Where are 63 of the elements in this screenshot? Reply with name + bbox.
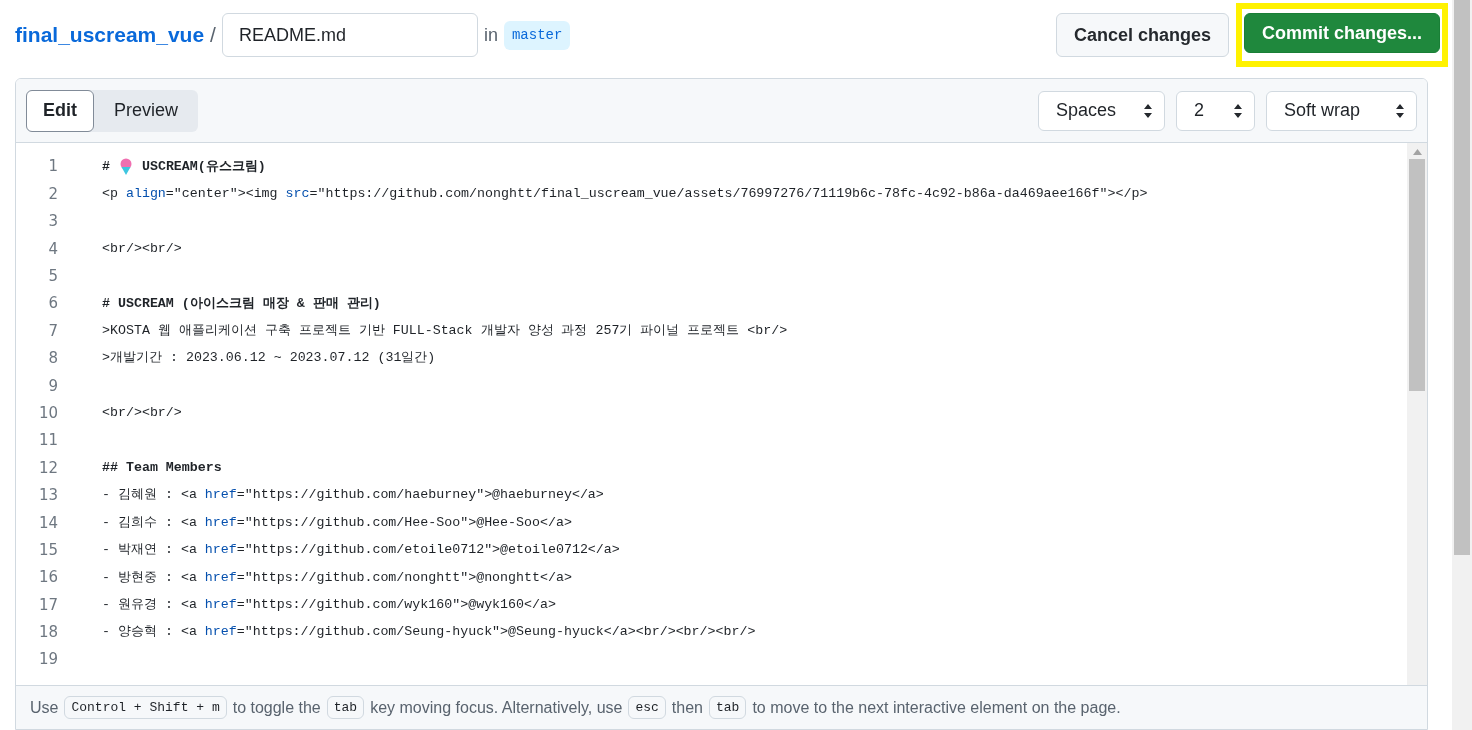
line-number: 11 (37, 430, 58, 452)
page-scrollbar-thumb[interactable] (1454, 0, 1470, 555)
code-line: <br/><br/> (102, 239, 182, 258)
line-number: 8 (47, 348, 58, 370)
keyboard-key: tab (709, 695, 747, 720)
editor-scrollbar[interactable] (1407, 143, 1427, 685)
code-line: - 김혜원 : <a href="https://github.com/haeburney">@haeburney</a> (102, 486, 604, 505)
scrollbar-thumb[interactable] (1409, 159, 1425, 391)
tab[interactable]: Preview (94, 89, 199, 132)
code-line: ## Team Members (102, 459, 222, 477)
line-number: 4 (47, 238, 58, 260)
line-number: 19 (37, 649, 58, 671)
line-number: 1 (47, 156, 58, 178)
line-number: 17 (37, 594, 58, 616)
keyboard-key: esc (628, 695, 666, 720)
code-line: - 방현중 : <a href="https://github.com/nonghtt">@nonghtt</a> (102, 568, 572, 587)
code-line: - 김희수 : <a href="https://github.com/Hee-Soo">@Hee-Soo</a> (102, 513, 572, 532)
code-line: <p align="center"><img src="https://github.com/nonghtt/final_uscream_vue/assets/76997276/71119b6c-78fc-4c92-b86a-da469aee166f"></p> (102, 185, 1148, 204)
code-line: >KOSTA 웹 애플리케이션 구축 프로젝트 기반 FULL-Stack 개발자 양성 과정 257기 파이널 프로젝트 <br/> (102, 322, 788, 341)
line-number: 18 (37, 622, 58, 644)
sort-caret-icon (1143, 102, 1153, 119)
filename-field[interactable]: README.md (221, 13, 478, 57)
cancel-button[interactable]: Cancel changes (1055, 13, 1229, 57)
hint-text: to move to the next interactive element on the page. (752, 697, 1121, 718)
scroll-up-icon[interactable] (1412, 149, 1422, 155)
page-scrollbar[interactable] (1452, 0, 1472, 730)
line-number: 2 (47, 183, 58, 205)
code-line: # USCREAM (아이스크림 매장 & 판매 관리) (102, 294, 381, 313)
keyboard-key: tab (326, 695, 365, 720)
select-dropdown[interactable]: Soft wrap (1266, 90, 1417, 131)
code-line: # USCREAM(유스크림) (102, 156, 266, 177)
code-line: - 박재연 : <a href="https://github.com/etoile0712">@etoile0712</a> (102, 541, 620, 560)
line-number: 12 (37, 457, 58, 479)
line-number: 6 (47, 293, 58, 315)
code-line: >개발기간 : 2023.06.12 ~ 2023.07.12 (31일간) (102, 349, 436, 368)
line-number: 14 (37, 512, 58, 534)
hint-text: then (671, 697, 703, 718)
branch-label[interactable]: master (503, 20, 571, 50)
line-number: 7 (47, 320, 58, 342)
line-number: 3 (47, 211, 58, 233)
hint-text: key moving focus. Alternatively, use (370, 697, 623, 718)
repo-link[interactable]: final_uscream_vue (15, 19, 205, 51)
code-line: - 양승혁 : <a href="https://github.com/Seung-hyuck">@Seung-hyuck</a><br/><br/><br/> (102, 623, 756, 642)
line-number: 16 (37, 567, 58, 589)
line-number: 13 (37, 485, 58, 507)
sort-caret-icon (1395, 102, 1405, 119)
line-number: 5 (47, 266, 58, 287)
tab[interactable]: Edit (26, 89, 94, 132)
commit-button[interactable]: Commit changes... (1243, 13, 1440, 53)
line-number: 10 (37, 402, 58, 424)
select-dropdown[interactable]: 2 (1176, 90, 1255, 131)
keyboard-key: Control + Shift + m (64, 695, 227, 720)
line-number: 9 (47, 375, 58, 397)
hint-text: Use (30, 697, 59, 718)
in-label: in (483, 23, 498, 47)
hint-text: to toggle the (232, 697, 321, 718)
line-number: 15 (37, 539, 58, 561)
select-dropdown[interactable]: Spaces (1038, 90, 1165, 131)
ice-cream-icon (118, 157, 133, 176)
path-separator: / (210, 22, 216, 49)
sort-caret-icon (1233, 102, 1243, 119)
code-line: - 원유경 : <a href="https://github.com/wyk160">@wyk160</a> (102, 595, 556, 614)
code-line: <br/><br/> (102, 404, 182, 423)
